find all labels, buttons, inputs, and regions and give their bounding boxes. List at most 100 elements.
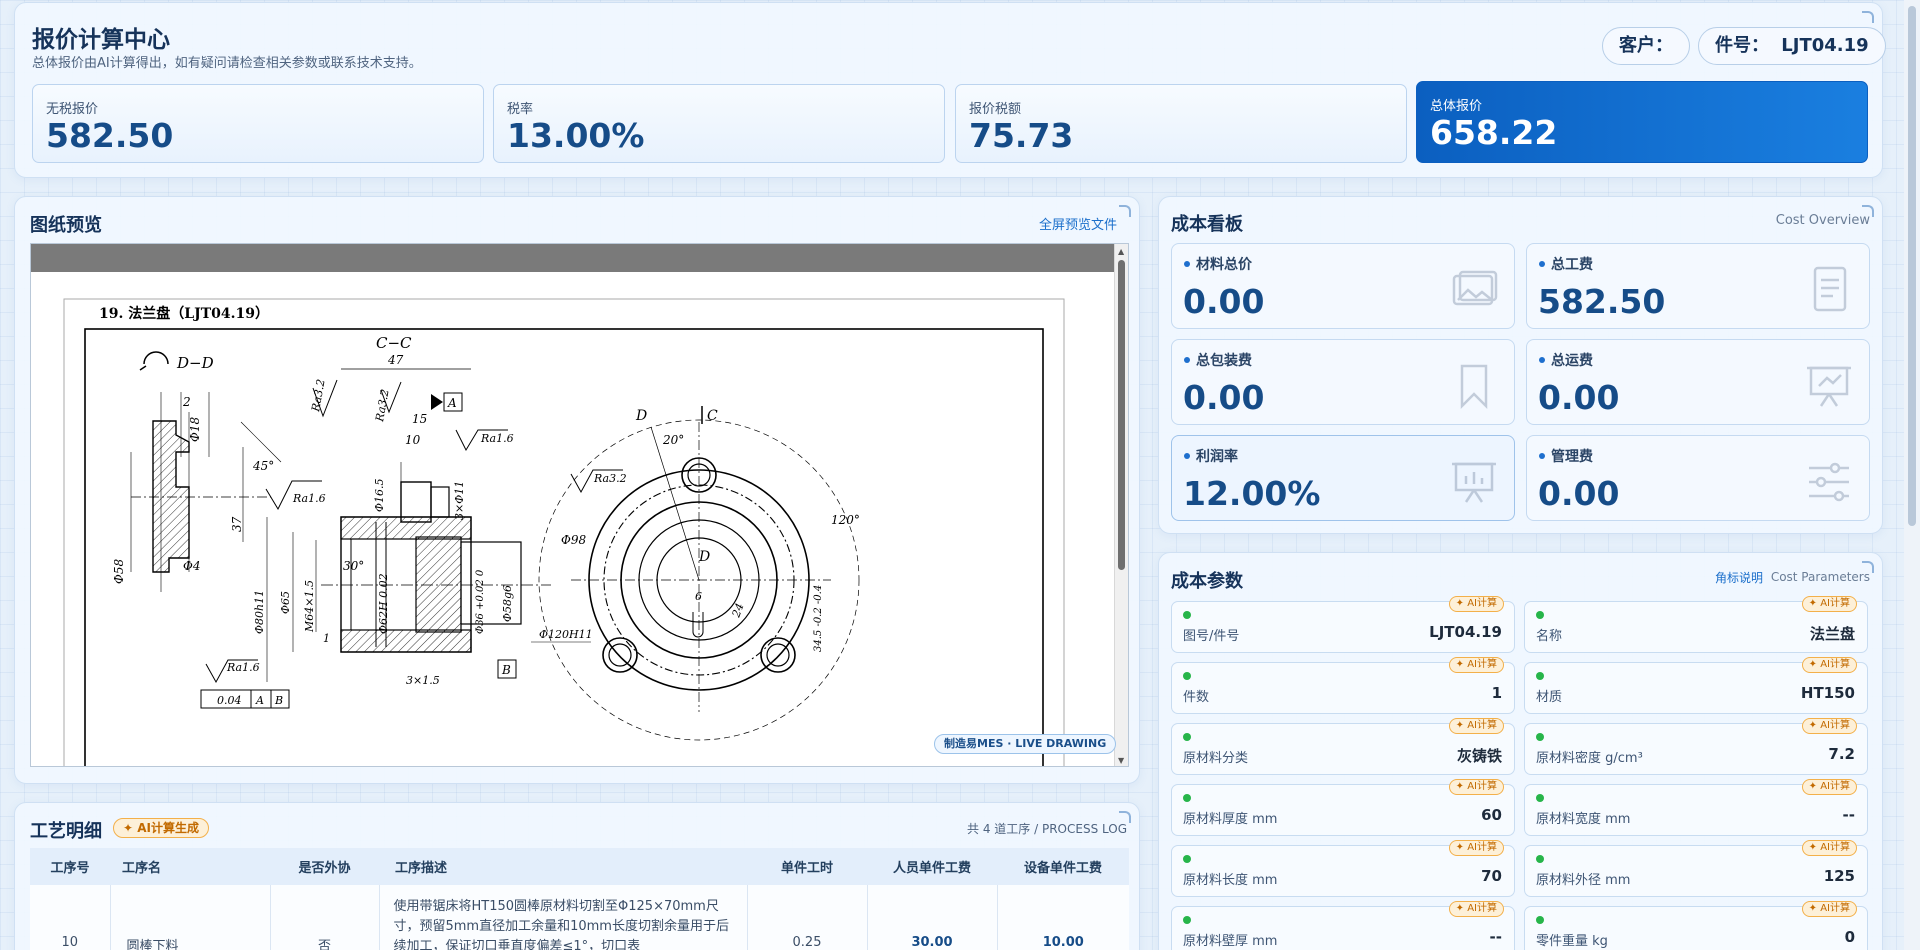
metric-label: 总运费 [1551,353,1593,369]
param-tile[interactable]: ✦ AI计算 件数 1 [1171,657,1515,714]
kpi-label: 总体报价 [1430,99,1483,114]
badge-legend-link[interactable]: 角标说明 [1715,569,1763,586]
ai-calc-badge: ✦ AI计算 [1448,718,1504,734]
scroll-thumb[interactable] [1118,260,1125,570]
dim-phi18: Φ18 [188,417,202,442]
ai-calc-badge: ✦ AI计算 [1801,779,1857,795]
dim-10: 10 [405,433,421,447]
dim-phi80h11: Φ80h11 [253,590,266,634]
param-tile[interactable]: ✦ AI计算 零件重量 kg 0 [1524,901,1868,950]
process-table-wrap: 工序号 工序名 是否外协 工序描述 单件工时 人员单件工费 设备单件工费 10 … [30,848,1129,950]
param-label: 零件重量 kg [1536,934,1608,949]
part-number-pill[interactable]: 件号： LJT04.19 [1698,27,1886,65]
process-detail-card: 工艺明细 ✦ AI计算生成 共 4 道工序 / PROCESS LOG 工序号 … [14,802,1140,950]
dim-3x1-5: 3×1.5 [406,674,440,687]
status-dot [1536,611,1544,619]
scroll-up-arrow[interactable]: ▲ [1118,247,1124,256]
ai-calc-badge: ✦ AI计算 [1448,596,1504,612]
ra16-c: Ra1.6 [226,661,260,674]
dim-phi4: Φ4 [183,559,200,573]
param-tile[interactable]: ✦ AI计算 原材料厚度 mm 60 [1171,779,1515,836]
table-row[interactable]: 10 圆棒下料 否 使用带锯床将HT150圆棒原材料切割至Φ125×70mm尺寸… [30,885,1129,950]
col-header: 人员单件工费 [867,848,997,885]
col-header: 是否外协 [270,848,379,885]
col-header: 设备单件工费 [997,848,1129,885]
status-dot [1536,855,1544,863]
scroll-down-arrow[interactable]: ▼ [1118,756,1124,765]
param-value: 7.2 [1828,745,1855,763]
metric-value: 0.00 [1538,378,1620,417]
metric-label: 利润率 [1196,449,1238,465]
param-label: 原材料外径 mm [1536,873,1631,888]
kpi-value: 13.00% [507,116,645,155]
dim-phi65: Φ65 [279,591,292,614]
param-tile[interactable]: ✦ AI计算 原材料长度 mm 70 [1171,840,1515,897]
param-value: 灰铸铁 [1456,747,1502,765]
page-scrollbar[interactable] [1904,0,1920,950]
param-label: 原材料长度 mm [1183,873,1278,888]
kpi-label: 无税报价 [46,102,99,117]
datum-b: B [501,663,511,677]
param-label: 原材料厚度 mm [1183,812,1278,827]
dim-47: 47 [387,353,404,367]
cost-overview-card: 成本看板 Cost Overview 材料总价 0.00 总工费 582.50 … [1158,196,1883,534]
param-tile[interactable]: ✦ AI计算 材质 HT150 [1524,657,1868,714]
photo-icon [1452,270,1498,306]
dim-34-5: 34.5 -0.2 -0.4 [813,585,824,652]
metric-dot [1539,357,1545,363]
view-label-cc: C−C [376,334,412,352]
metric-dot [1184,261,1190,267]
ra16-a: Ra1.6 [480,432,514,445]
kpi-total-quote: 总体报价 658.22 [1416,81,1868,163]
kpi-value: 75.73 [969,116,1074,155]
drawing-title: 图纸预览 [30,215,102,236]
kpi-tax-rate: 税率 13.00% [493,84,945,163]
ai-calc-badge: ✦ AI计算 [1801,901,1857,917]
param-tile[interactable]: ✦ AI计算 原材料宽度 mm -- [1524,779,1868,836]
kpi-tax-amount: 报价税额 75.73 [955,84,1407,163]
status-dot [1536,916,1544,924]
ra16-b: Ra1.6 [292,492,326,505]
param-tile[interactable]: ✦ AI计算 名称 法兰盘 [1524,596,1868,653]
metric-value: 12.00% [1183,474,1321,513]
metric-material-total: 材料总价 0.00 [1171,243,1515,329]
page-scroll-thumb[interactable] [1908,6,1916,526]
kpi-label: 报价税额 [969,102,1022,117]
dim-phi62: Φ62H 0.02 [377,573,390,634]
viewer-scrollbar[interactable]: ▲ ▼ [1114,244,1128,766]
view-mark-c: C [707,408,718,424]
metric-value: 582.50 [1538,282,1666,321]
process-table: 工序号 工序名 是否外协 工序描述 单件工时 人员单件工费 设备单件工费 10 … [30,848,1129,950]
param-tile[interactable]: ✦ AI计算 图号/件号 LJT04.19 [1171,596,1515,653]
params-subtitle: Cost Parameters [1770,570,1870,584]
param-value: HT150 [1800,684,1855,702]
param-tile[interactable]: ✦ AI计算 原材料密度 g/cm³ 7.2 [1524,718,1868,775]
fullscreen-preview-link[interactable]: 全屏预览文件 [1039,214,1117,233]
ai-calc-badge: ✦ AI计算 [1801,657,1857,673]
quote-header-card: 报价计算中心 总体报价由AI计算得出，如有疑问请检查相关参数或联系技术支持。 客… [14,2,1886,178]
param-tile[interactable]: ✦ AI计算 原材料外径 mm 125 [1524,840,1868,897]
dim-20deg: 20° [662,433,684,447]
ra32-a: Ra3.2 [309,378,328,413]
col-header: 工序描述 [379,848,747,885]
param-tile[interactable]: ✦ AI计算 原材料壁厚 mm -- [1171,901,1515,950]
dim-2: 2 [182,395,191,409]
dim-phi58-left: Φ58 [112,559,126,584]
metric-dot [1539,261,1545,267]
col-header: 工序名 [110,848,270,885]
cell-hours: 0.25 [747,885,868,950]
sheet-title: 19. 法兰盘（LJT04.19） [99,305,269,322]
metric-label: 管理费 [1551,449,1593,465]
status-dot [1183,855,1191,863]
customer-pill[interactable]: 客户： [1602,27,1690,65]
ai-generated-badge: ✦ AI计算生成 [113,818,209,838]
cell-outsource: 否 [270,885,380,950]
drawing-viewer[interactable]: ▲ ▼ 19. 法兰盘（LJT04.19） D−D 2 Φ18 45° 37 Φ… [30,243,1129,767]
kpi-value: 582.50 [46,116,174,155]
metric-label: 总包装费 [1196,353,1252,369]
tolerance-datum-b: B [274,694,283,707]
param-tile[interactable]: ✦ AI计算 原材料分类 灰铸铁 [1171,718,1515,775]
live-drawing-badge: 制造易MES · LIVE DRAWING [934,734,1117,754]
metric-value: 0.00 [1183,378,1265,417]
param-value: 法兰盘 [1809,625,1855,643]
